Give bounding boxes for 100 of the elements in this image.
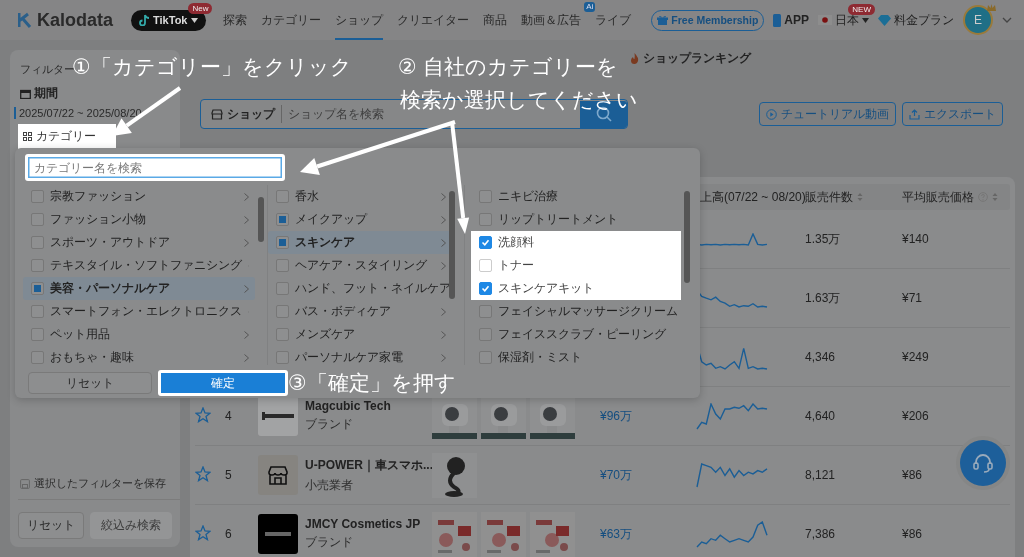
category-row[interactable]: リップトリートメント [471,208,681,231]
category-row[interactable]: 美容・パーソナルケア [23,277,255,300]
category-row[interactable]: メイクアップ [268,208,452,231]
category-label: パーソナルケア家電 [295,349,404,365]
category-row[interactable]: テキスタイル・ソフトファニシング [23,254,255,277]
shop-name[interactable]: Magcubic Tech [305,399,391,413]
checkbox[interactable] [276,259,289,272]
nav-tab[interactable]: カテゴリー [261,0,322,40]
average-price: ¥140 [901,232,929,246]
checkbox[interactable] [276,213,289,226]
category-label: スキンケアキット [498,280,595,297]
store-icon [211,108,223,120]
category-row[interactable]: ニキビ治療 [471,185,681,208]
category-row[interactable]: スマートフォン・エレクトロニクス [23,300,255,323]
category-label: メンズケア [295,326,356,343]
chevron-right-icon [441,215,446,224]
category-search-field[interactable]: カテゴリー名を検索 [25,154,285,181]
headset-icon [972,452,994,474]
category-row[interactable]: スポーツ・アウトドア [23,231,255,254]
app-link[interactable]: APP [773,13,809,27]
category-row[interactable]: パーソナルケア家電 [268,346,452,365]
category-row[interactable]: 香水 [268,185,452,208]
scrollbar[interactable] [258,197,264,242]
shop-name[interactable]: JMCY Cosmetics JP [305,517,421,531]
category-row[interactable]: おもちゃ・趣味 [23,346,255,365]
pricing-link[interactable]: 料金プラン [878,11,954,29]
category-label: ニキビ治療 [498,188,559,205]
checkbox[interactable] [276,305,289,318]
nav-tab[interactable]: ライブ [595,0,632,40]
support-button[interactable] [960,440,1006,486]
diamond-icon [878,14,891,26]
category-row[interactable]: ヘアケア・スタイリング [268,254,452,277]
category-row[interactable]: 保湿剤・ミスト [471,346,681,365]
reset-button[interactable]: リセット [28,372,152,394]
checkbox[interactable] [479,282,492,295]
chevron-right-icon [244,192,249,201]
column-header[interactable]: 平均販売価格 [902,188,974,206]
category-label: 香水 [295,188,320,205]
scrollbar[interactable] [684,191,690,283]
nav-tab[interactable]: ショップ [335,0,384,40]
search-type-selector[interactable]: ショップ [201,105,282,123]
checkbox[interactable] [479,351,492,364]
shop-type: ブランド [305,416,354,433]
phone-icon [773,13,782,27]
sales-count: 4,346 [804,350,836,364]
checkbox[interactable] [479,236,492,249]
checkbox[interactable] [31,190,44,203]
column-header[interactable]: 販売件数 [805,188,853,206]
checkbox[interactable] [479,328,492,341]
category-filter[interactable]: カテゴリー [18,124,116,149]
category-row[interactable]: 宗教ファッション [23,185,255,208]
nav-tab[interactable]: 探索 [223,0,248,40]
checkbox[interactable] [276,190,289,203]
nav-tab[interactable]: クリエイター [397,0,470,40]
avatar[interactable]: E [963,5,993,35]
scrollbar[interactable] [449,191,455,299]
ranking-tab[interactable]: ショップランキング [643,50,751,67]
checkbox[interactable] [479,305,492,318]
checkbox[interactable] [31,351,44,364]
checkbox[interactable] [31,282,44,295]
sparkline [696,520,768,548]
category-row[interactable]: ファッション小物 [23,208,255,231]
checkbox[interactable] [31,305,44,318]
checkbox[interactable] [31,236,44,249]
checkbox[interactable] [31,259,44,272]
confirm-button[interactable]: 確定 [158,370,288,396]
category-row[interactable]: スキンケアキット [471,277,681,300]
nav-tab[interactable]: 動画＆広告 [521,0,582,40]
category-row[interactable]: フェイシャルマッサージクリーム [471,300,681,323]
checkbox[interactable] [479,213,492,226]
checkbox[interactable] [31,328,44,341]
category-row[interactable]: 洗顔料 [471,231,681,254]
category-row[interactable]: バス・ボディケア [268,300,452,323]
checkbox[interactable] [479,190,492,203]
save-filter-link[interactable]: 選択したフィルターを保存 [34,476,166,491]
instruction-text: ② 自社のカテゴリーを [398,55,618,79]
period-label: 期間 [34,85,58,102]
chevron-right-icon [441,192,446,201]
checkbox[interactable] [276,236,289,249]
checkbox[interactable] [31,213,44,226]
column-header[interactable]: 上高(07/22 ~ 08/20) [700,188,806,206]
nav-tab[interactable]: 商品 [483,0,508,40]
reset-button[interactable]: リセット [18,512,84,539]
logo-text: Kalodata [37,9,114,31]
sparkline [696,462,768,488]
checkbox[interactable] [276,351,289,364]
category-row[interactable]: メンズケア [268,323,452,346]
category-label: ヘアケア・スタイリング [295,257,428,274]
category-row[interactable]: フェイススクラブ・ピーリング [471,323,681,346]
checkbox[interactable] [276,328,289,341]
sales-count: 1.35万 [804,231,841,246]
checkbox[interactable] [479,259,492,272]
shop-name[interactable]: U-POWER｜車スマホ... [305,456,433,474]
category-row[interactable]: ハンド、フット・ネイルケア [268,277,452,300]
category-row[interactable]: トナー [471,254,681,277]
category-row[interactable]: ペット用品 [23,323,255,346]
ai-badge: Ai [584,1,596,12]
category-row[interactable]: スキンケア [268,231,452,254]
chevron-right-icon [441,238,446,247]
checkbox[interactable] [276,282,289,295]
